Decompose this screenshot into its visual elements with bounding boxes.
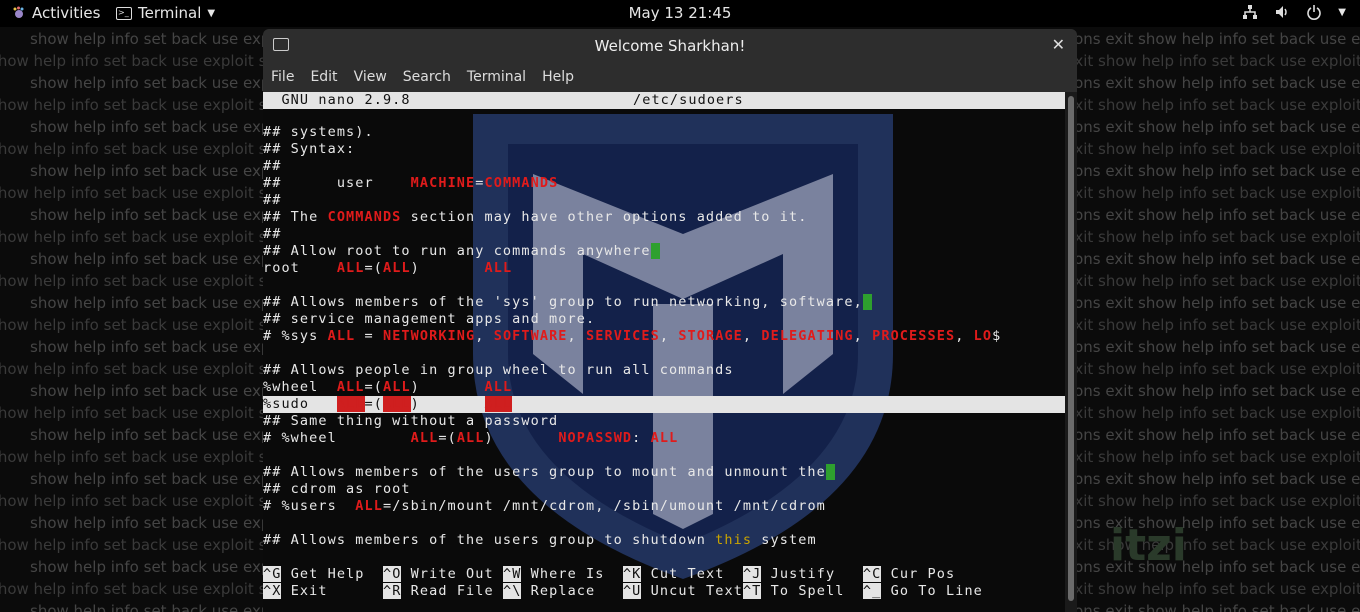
shortcut-row: ^G Get Help ^O Write Out ^W Where Is ^K … bbox=[263, 566, 1065, 583]
editor-line[interactable]: ## Syntax: bbox=[263, 141, 1065, 158]
chevron-down-icon[interactable]: ▼ bbox=[1338, 7, 1346, 18]
menu-edit[interactable]: Edit bbox=[310, 69, 337, 85]
editor-line[interactable]: ## Allow root to run any commands anywhe… bbox=[263, 243, 1065, 260]
close-icon[interactable]: ✕ bbox=[1052, 35, 1065, 54]
menu-search[interactable]: Search bbox=[403, 69, 451, 85]
editor-line[interactable]: ## service management apps and more. bbox=[263, 311, 1065, 328]
shortcut-label: Justify bbox=[761, 566, 863, 582]
shortcut-key[interactable]: ^J bbox=[742, 566, 762, 582]
volume-icon[interactable] bbox=[1274, 4, 1290, 20]
shortcut-label: Replace bbox=[521, 583, 623, 599]
shortcut-key[interactable]: ^R bbox=[382, 583, 402, 599]
scrollbar[interactable] bbox=[1065, 92, 1077, 612]
editor-line[interactable] bbox=[263, 277, 1065, 294]
clock[interactable]: May 13 21:45 bbox=[629, 4, 732, 22]
editor-line[interactable] bbox=[263, 447, 1065, 464]
editor-line[interactable]: ## Allows people in group wheel to run a… bbox=[263, 362, 1065, 379]
shortcut-label: To Spell bbox=[761, 583, 863, 599]
power-icon[interactable] bbox=[1306, 4, 1322, 20]
editor-line[interactable]: ## bbox=[263, 192, 1065, 209]
system-tray[interactable]: ▼ bbox=[1242, 4, 1346, 20]
editor-line[interactable]: ## The COMMANDS section may have other o… bbox=[263, 209, 1065, 226]
menu-bar: File Edit View Search Terminal Help bbox=[263, 62, 1077, 92]
shortcut-key[interactable]: ^G bbox=[263, 566, 282, 582]
shortcut-label: Where Is bbox=[521, 566, 623, 582]
shortcut-label: Cur Pos bbox=[881, 566, 956, 582]
top-bar: Activities >_ Terminal ▼ May 13 21:45 ▼ bbox=[0, 0, 1360, 27]
shortcut-label: Get Help bbox=[281, 566, 383, 582]
terminal-window: Welcome Sharkhan! ✕ File Edit View Searc… bbox=[263, 29, 1077, 612]
app-menu-terminal[interactable]: >_ Terminal ▼ bbox=[116, 4, 215, 22]
editor-line[interactable]: root ALL=(ALL) ALL bbox=[263, 260, 1065, 277]
shortcut-label: Go To Line bbox=[881, 583, 983, 599]
editor-line[interactable]: # %wheel ALL=(ALL) NOPASSWD: ALL bbox=[263, 430, 1065, 447]
gnome-foot-icon bbox=[13, 6, 24, 18]
editor-line[interactable]: ## systems). bbox=[263, 124, 1065, 141]
chevron-down-icon: ▼ bbox=[207, 7, 216, 19]
line-overflow-marker bbox=[650, 243, 660, 259]
nano-header: GNU nano 2.9.8/etc/sudoers bbox=[263, 92, 1065, 109]
activities-label: Activities bbox=[32, 4, 101, 22]
editor-line-current[interactable]: %sudo ALL=(ALL) ALL bbox=[263, 396, 1065, 413]
line-overflow-marker bbox=[862, 294, 873, 310]
editor-line[interactable]: ## cdrom as root bbox=[263, 481, 1065, 498]
shortcut-key[interactable]: ^T bbox=[742, 583, 762, 599]
shortcut-key[interactable]: ^\ bbox=[502, 583, 522, 599]
background-logo: itzi bbox=[1110, 520, 1187, 571]
editor-line[interactable]: ## bbox=[263, 226, 1065, 243]
shortcut-key[interactable]: ^U bbox=[622, 583, 642, 599]
editor-line[interactable]: ## Allows members of the 'sys' group to … bbox=[263, 294, 1065, 311]
editor-line[interactable] bbox=[263, 515, 1065, 532]
activities-button[interactable]: Activities bbox=[12, 4, 100, 22]
editor-line[interactable]: ## Same thing without a password bbox=[263, 413, 1065, 430]
window-title: Welcome Sharkhan! bbox=[594, 36, 746, 55]
window-titlebar[interactable]: Welcome Sharkhan! ✕ bbox=[263, 29, 1077, 62]
menu-help[interactable]: Help bbox=[542, 69, 574, 85]
editor-line[interactable] bbox=[263, 345, 1065, 362]
editor-line[interactable]: ## bbox=[263, 158, 1065, 175]
shortcut-key[interactable]: ^X bbox=[263, 583, 282, 599]
nano-filename: /etc/sudoers bbox=[633, 92, 744, 108]
terminal-icon: >_ bbox=[116, 6, 132, 20]
terminal-area[interactable]: GNU nano 2.9.8/etc/sudoers ## systems). … bbox=[263, 92, 1065, 612]
editor-line[interactable]: ## user MACHINE=COMMANDS bbox=[263, 175, 1065, 192]
shortcut-key[interactable]: ^_ bbox=[862, 583, 882, 599]
terminal-icon bbox=[273, 38, 289, 51]
shortcut-key[interactable]: ^K bbox=[622, 566, 642, 582]
line-overflow-marker bbox=[825, 464, 836, 480]
menu-terminal[interactable]: Terminal bbox=[467, 69, 526, 85]
network-icon[interactable] bbox=[1242, 4, 1258, 20]
shortcut-label: Uncut Text bbox=[641, 583, 743, 599]
editor-line[interactable]: ## Allows members of the users group to … bbox=[263, 464, 1065, 481]
nano-version: GNU nano 2.9.8 bbox=[263, 92, 411, 108]
shortcut-label: Write Out bbox=[401, 566, 503, 582]
shortcut-key[interactable]: ^C bbox=[862, 566, 882, 582]
editor-line[interactable]: ## Allows members of the users group to … bbox=[263, 532, 1065, 549]
app-menu-label: Terminal bbox=[138, 4, 202, 22]
shortcut-row: ^X Exit ^R Read File ^\ Replace ^U Uncut… bbox=[263, 583, 1065, 600]
editor-line[interactable]: # %sys ALL = NETWORKING, SOFTWARE, SERVI… bbox=[263, 328, 1065, 345]
shortcut-key[interactable]: ^O bbox=[382, 566, 402, 582]
shortcut-label: Exit bbox=[281, 583, 383, 599]
editor-line[interactable]: %wheel ALL=(ALL) ALL bbox=[263, 379, 1065, 396]
shortcut-key[interactable]: ^W bbox=[502, 566, 522, 582]
editor-line[interactable]: # %users ALL=/sbin/mount /mnt/cdrom, /sb… bbox=[263, 498, 1065, 515]
menu-view[interactable]: View bbox=[354, 69, 387, 85]
menu-file[interactable]: File bbox=[271, 69, 294, 85]
scrollbar-thumb[interactable] bbox=[1068, 96, 1074, 601]
shortcut-label: Cut Text bbox=[641, 566, 743, 582]
shortcut-label: Read File bbox=[401, 583, 503, 599]
